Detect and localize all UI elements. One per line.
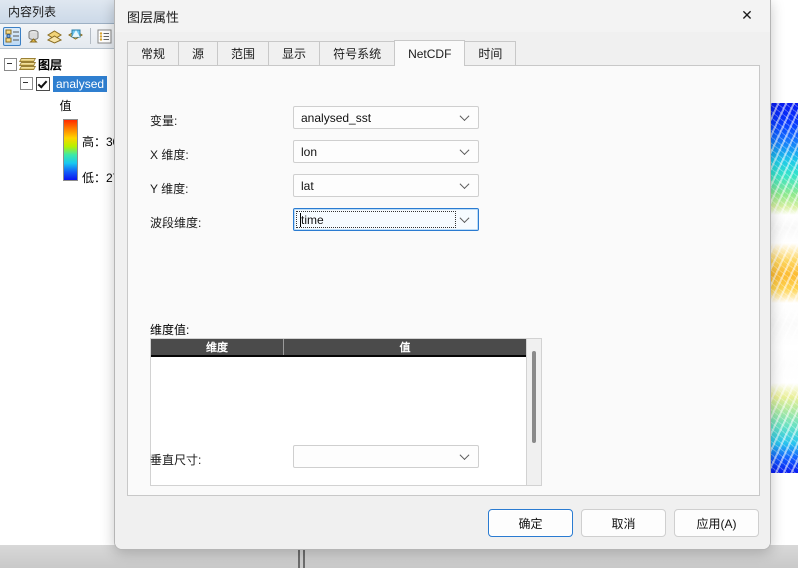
column-header-dimension[interactable]: 维度 xyxy=(151,339,284,355)
variable-label: 变量: xyxy=(150,114,178,128)
cancel-button[interactable]: 取消 xyxy=(581,509,666,537)
options-menu-icon[interactable] xyxy=(96,27,114,46)
collapse-expander-icon[interactable] xyxy=(20,77,33,90)
color-ramp-icon xyxy=(63,119,78,181)
ok-button[interactable]: 确定 xyxy=(488,509,573,537)
tab-netcdf[interactable]: NetCDF xyxy=(394,40,466,66)
tab-symbology[interactable]: 符号系统 xyxy=(319,41,395,65)
chevron-down-icon xyxy=(461,146,470,155)
tab-time[interactable]: 时间 xyxy=(465,41,517,65)
dialog-tabstrip: 常规 源 范围 显示 符号系统 NetCDF 时间 xyxy=(127,40,770,66)
table-of-contents-panel: 内容列表 图层 analysed 值 高：30 低：27 xyxy=(0,0,119,545)
close-icon[interactable]: ✕ xyxy=(724,0,770,31)
chevron-down-icon xyxy=(461,180,470,189)
tree-item-analysed-sst[interactable]: analysed xyxy=(4,74,117,93)
chevron-down-icon xyxy=(461,451,470,460)
layers-stack-icon xyxy=(18,58,37,71)
dimension-values-label: 维度值: xyxy=(150,323,190,337)
toc-toolbar xyxy=(0,24,117,49)
collapse-expander-icon[interactable] xyxy=(4,58,17,71)
chevron-down-icon xyxy=(461,112,470,121)
legend-body: 高：30 低：27 xyxy=(4,117,119,187)
tree-item-layers-label: 图层 xyxy=(38,58,63,72)
toc-header-title: 内容列表 xyxy=(8,5,57,19)
toolbar-separator xyxy=(89,28,91,44)
band-dimension-label: 波段维度: xyxy=(150,216,202,230)
dialog-title: 图层属性 xyxy=(127,9,180,25)
toc-header: 内容列表 xyxy=(0,0,117,24)
legend-title: 值 xyxy=(59,99,72,113)
variable-combo-value: analysed_sst xyxy=(301,110,372,125)
list-by-selection-icon[interactable] xyxy=(67,27,85,46)
application-window: 内容列表 图层 analysed 值 高：30 低：27 图层属性 ✕ 常规 源… xyxy=(0,0,798,568)
tab-display[interactable]: 显示 xyxy=(268,41,320,65)
tree-item-layers[interactable]: 图层 xyxy=(4,55,117,74)
y-dimension-combo[interactable]: lat xyxy=(293,174,479,197)
scrollbar-thumb[interactable] xyxy=(532,351,536,443)
x-dimension-combo[interactable]: lon xyxy=(293,140,479,163)
band-dimension-combo[interactable]: time xyxy=(293,208,479,231)
tab-extent[interactable]: 范围 xyxy=(217,41,269,65)
vertical-size-label: 垂直尺寸: xyxy=(150,453,202,467)
band-dimension-combo-value: time xyxy=(301,212,324,227)
y-dimension-combo-value: lat xyxy=(301,178,314,193)
table-header-row: 维度 值 xyxy=(151,339,526,357)
apply-button[interactable]: 应用(A) xyxy=(674,509,759,537)
toc-tree: 图层 analysed 值 高：30 低：27 xyxy=(0,49,119,187)
list-by-visibility-icon[interactable] xyxy=(45,27,63,46)
dialog-titlebar[interactable]: 图层属性 ✕ xyxy=(115,0,770,32)
variable-combo[interactable]: analysed_sst xyxy=(293,106,479,129)
layer-properties-dialog: 图层属性 ✕ 常规 源 范围 显示 符号系统 NetCDF 时间 变量: ana… xyxy=(114,0,771,550)
y-dimension-label: Y 维度: xyxy=(150,182,189,196)
tab-general[interactable]: 常规 xyxy=(127,41,179,65)
x-dimension-combo-value: lon xyxy=(301,144,318,159)
chevron-down-icon xyxy=(461,214,470,223)
tree-item-analysed-label: analysed xyxy=(53,75,108,92)
vertical-size-combo[interactable] xyxy=(293,445,479,468)
x-dimension-label: X 维度: xyxy=(150,148,189,162)
dialog-footer: 确定 取消 应用(A) xyxy=(115,497,770,549)
netcdf-tab-panel: 变量: analysed_sst X 维度: lon Y 维度: lat 波段维… xyxy=(127,65,760,496)
table-vertical-scrollbar[interactable] xyxy=(527,339,541,485)
list-by-source-icon[interactable] xyxy=(24,27,42,46)
list-by-drawing-order-icon[interactable] xyxy=(3,26,22,46)
column-header-value[interactable]: 值 xyxy=(284,339,526,355)
tab-source[interactable]: 源 xyxy=(178,41,218,65)
layer-visibility-checkbox[interactable] xyxy=(36,76,50,91)
